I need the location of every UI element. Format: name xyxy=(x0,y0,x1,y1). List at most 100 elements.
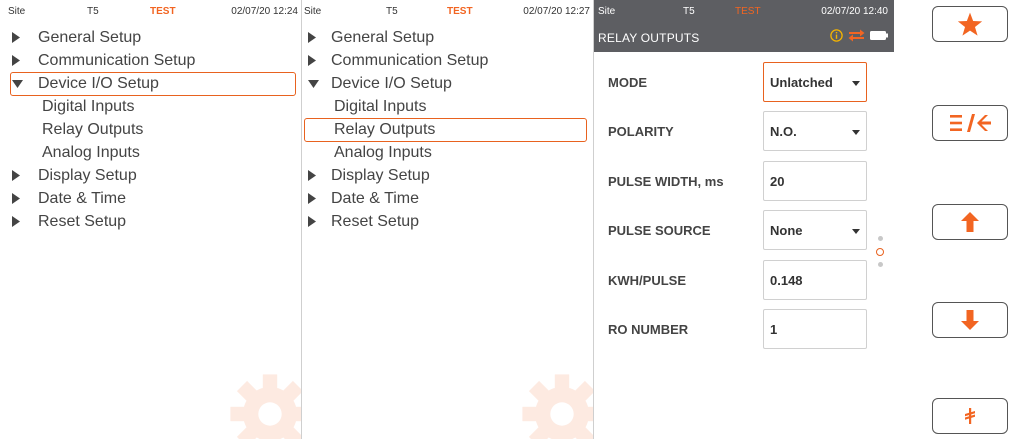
up-button[interactable] xyxy=(932,204,1008,240)
pulse-width-value: 20 xyxy=(770,174,785,189)
page-dot xyxy=(878,236,883,241)
datetime-label: 02/07/20 12:24 xyxy=(231,6,298,17)
favorite-button[interactable] xyxy=(932,6,1008,42)
menu-item-label: Date & Time xyxy=(38,190,127,207)
page-dot xyxy=(878,262,883,267)
polarity-label: POLARITY xyxy=(608,124,674,139)
chevron-right-icon xyxy=(12,26,24,49)
menu-item-relay-outputs[interactable]: Relay Outputs xyxy=(0,118,301,141)
chevron-right-icon xyxy=(308,49,320,72)
menu-item-label: Reset Setup xyxy=(331,213,420,230)
menu-item-communication-setup[interactable]: Communication Setup xyxy=(0,49,301,72)
chevron-right-icon xyxy=(308,187,320,210)
ro-number-value: 1 xyxy=(770,322,778,337)
menu-item-label: Device I/O Setup xyxy=(38,75,159,92)
site-label: Site xyxy=(304,6,322,17)
menu-item-label: General Setup xyxy=(331,29,435,46)
menu-item-label: Display Setup xyxy=(331,167,430,184)
menu-item-reset-setup[interactable]: Reset Setup xyxy=(0,210,301,233)
chevron-right-icon xyxy=(308,164,320,187)
setup-menu: General Setup Communication Setup Device… xyxy=(0,26,301,233)
pulse-source-select[interactable]: None xyxy=(763,210,867,250)
page-dot-active xyxy=(876,248,884,256)
sync-arrows-icon xyxy=(848,29,865,41)
chevron-right-icon xyxy=(12,49,24,72)
menu-item-date-time[interactable]: Date & Time xyxy=(0,187,301,210)
chevron-right-icon xyxy=(308,210,320,233)
battery-icon xyxy=(870,30,888,40)
mode-label: TEST xyxy=(447,6,473,17)
menu-item-label: Communication Setup xyxy=(38,52,196,69)
menu-item-digital-inputs[interactable]: Digital Inputs xyxy=(0,95,301,118)
mode-label: TEST xyxy=(150,6,176,17)
kwh-pulse-value: 0.148 xyxy=(770,273,803,288)
enter-icon xyxy=(965,408,975,424)
menu-item-relay-outputs[interactable]: Relay Outputs xyxy=(302,118,593,142)
menu-item-label: Display Setup xyxy=(38,167,137,184)
chevron-right-icon xyxy=(308,26,320,49)
datetime-label: 02/07/20 12:40 xyxy=(821,6,888,17)
site-label: Site xyxy=(598,6,616,17)
menu-item-general-setup[interactable]: General Setup xyxy=(0,26,301,49)
menu-item-analog-inputs[interactable]: Analog Inputs xyxy=(0,141,301,164)
menu-item-digital-inputs[interactable]: Digital Inputs xyxy=(302,95,593,118)
menu-back-icon xyxy=(950,114,991,132)
mode-value: Unlatched xyxy=(770,75,833,90)
pulse-width-row: PULSE WIDTH, ms 20 xyxy=(594,161,894,201)
menu-item-date-time[interactable]: Date & Time xyxy=(302,187,593,210)
ro-number-field[interactable]: 1 xyxy=(763,309,867,349)
pulse-width-field[interactable]: 20 xyxy=(763,161,867,201)
menu-item-display-setup[interactable]: Display Setup xyxy=(302,164,593,187)
menu-item-label: Relay Outputs xyxy=(42,121,144,138)
menu-item-device-io-setup[interactable]: Device I/O Setup xyxy=(0,72,301,96)
chevron-right-icon xyxy=(12,187,24,210)
menu-item-label: Digital Inputs xyxy=(334,98,427,115)
menu-item-label: Relay Outputs xyxy=(334,121,436,138)
ro-number-row: RO NUMBER 1 xyxy=(594,309,894,349)
setup-menu-screen-1: Site T5 TEST 02/07/20 12:24 General Setu… xyxy=(0,0,302,439)
chevron-right-icon xyxy=(12,164,24,187)
pulse-source-value: None xyxy=(770,223,803,238)
chevron-right-icon xyxy=(12,210,24,233)
screen-header: Site T5 TEST 02/07/20 12:40 RELAY OUTPUT… xyxy=(594,0,894,52)
menu-item-label: Date & Time xyxy=(331,190,420,207)
chevron-down-icon xyxy=(12,72,24,95)
dropdown-caret-icon xyxy=(852,81,860,86)
menu-item-label: Digital Inputs xyxy=(42,98,135,115)
setup-menu-screen-2: Site T5 TEST 02/07/20 12:27 General Setu… xyxy=(302,0,594,439)
menu-item-device-io-setup[interactable]: Device I/O Setup xyxy=(302,72,593,95)
menu-item-label: Analog Inputs xyxy=(334,144,432,161)
page-indicator[interactable] xyxy=(876,236,886,270)
kwh-pulse-field[interactable]: 0.148 xyxy=(763,260,867,300)
polarity-value: N.O. xyxy=(770,124,797,139)
mode-select[interactable]: Unlatched xyxy=(763,62,867,102)
menu-item-display-setup[interactable]: Display Setup xyxy=(0,164,301,187)
menu-item-analog-inputs[interactable]: Analog Inputs xyxy=(302,141,593,164)
menu-item-reset-setup[interactable]: Reset Setup xyxy=(302,210,593,233)
dropdown-caret-icon xyxy=(852,130,860,135)
menu-item-general-setup[interactable]: General Setup xyxy=(302,26,593,49)
info-icon xyxy=(830,28,843,42)
polarity-select[interactable]: N.O. xyxy=(763,111,867,151)
menu-item-label: General Setup xyxy=(38,29,142,46)
meter-label: T5 xyxy=(386,6,398,17)
menu-back-button[interactable] xyxy=(932,105,1008,141)
status-bar: Site T5 TEST 02/07/20 12:24 xyxy=(0,0,301,20)
kwh-pulse-row: KWH/PULSE 0.148 xyxy=(594,260,894,300)
menu-item-communication-setup[interactable]: Communication Setup xyxy=(302,49,593,72)
pulse-width-label: PULSE WIDTH, ms xyxy=(608,174,724,189)
pulse-source-label: PULSE SOURCE xyxy=(608,223,711,238)
mode-label: MODE xyxy=(608,75,647,90)
relay-outputs-screen: Site T5 TEST 02/07/20 12:40 RELAY OUTPUT… xyxy=(594,0,894,439)
status-bar: Site T5 TEST 02/07/20 12:27 xyxy=(302,0,593,20)
pulse-source-row: PULSE SOURCE None xyxy=(594,210,894,250)
down-button[interactable] xyxy=(932,302,1008,338)
datetime-label: 02/07/20 12:27 xyxy=(523,6,590,17)
setup-menu: General Setup Communication Setup Device… xyxy=(302,26,593,233)
star-icon xyxy=(957,12,983,36)
menu-item-label: Analog Inputs xyxy=(42,144,140,161)
gear-watermark-icon xyxy=(230,374,301,439)
enter-button[interactable] xyxy=(932,398,1008,434)
polarity-row: POLARITY N.O. xyxy=(594,111,894,151)
arrow-down-icon xyxy=(961,310,979,330)
